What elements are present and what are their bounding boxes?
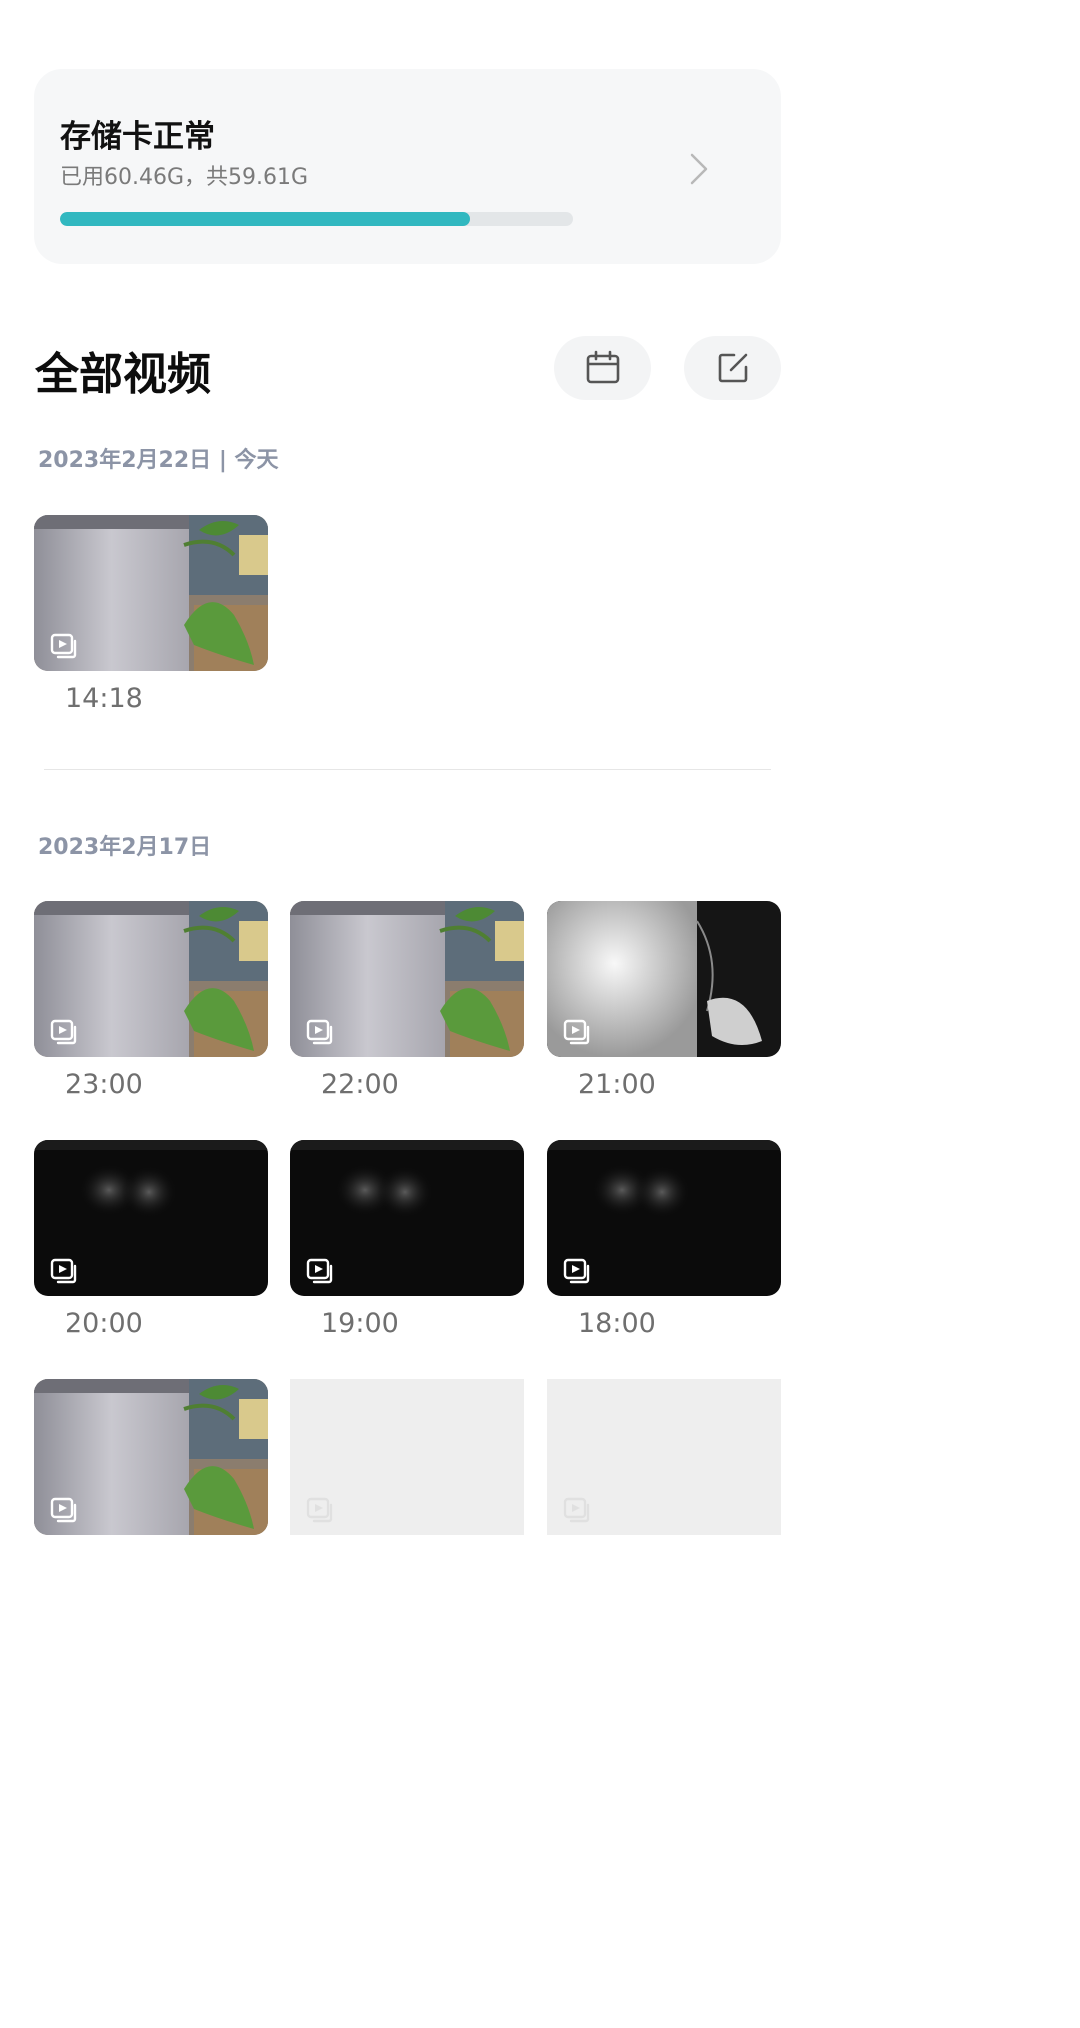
video-time-label: 23:00 (65, 1069, 143, 1100)
video-thumbnail[interactable] (34, 1379, 268, 1535)
video-icon (50, 1019, 77, 1045)
video-thumbnail-placeholder[interactable] (290, 1379, 524, 1535)
date-group-label: 2023年2月22日 | 今天 (38, 448, 279, 473)
edit-button[interactable] (684, 336, 781, 400)
video-icon (50, 1497, 77, 1523)
video-time-label: 21:00 (578, 1069, 656, 1100)
divider (44, 769, 771, 770)
video-icon (563, 1497, 590, 1523)
video-thumbnail[interactable] (290, 901, 524, 1057)
storage-card[interactable]: 存储卡正常 已用60.46G，共59.61G (34, 69, 781, 264)
video-icon (306, 1258, 333, 1284)
chevron-right-icon (690, 153, 708, 185)
video-thumbnail-placeholder[interactable] (547, 1379, 781, 1535)
video-icon (563, 1258, 590, 1284)
video-icon (50, 1258, 77, 1284)
video-icon (306, 1497, 333, 1523)
edit-icon (718, 353, 747, 383)
video-thumbnail[interactable] (34, 1140, 268, 1296)
video-time-label: 18:00 (578, 1308, 656, 1339)
storage-progress-fill (60, 212, 471, 226)
page: 存储卡正常 已用60.46G，共59.61G 全部视频 2023年2月22日 |… (0, 0, 818, 1568)
video-thumbnail[interactable] (34, 901, 268, 1057)
video-icon (50, 633, 77, 659)
date-group-label: 2023年2月17日 (38, 835, 212, 860)
video-time-label: 22:00 (321, 1069, 399, 1100)
video-thumbnail[interactable] (290, 1140, 524, 1296)
page-title: 全部视频 (35, 349, 211, 400)
storage-progress-bar (60, 212, 573, 226)
video-time-label: 19:00 (321, 1308, 399, 1339)
video-thumbnail[interactable] (547, 901, 781, 1057)
video-icon (306, 1019, 333, 1045)
storage-status-title: 存储卡正常 (60, 119, 215, 155)
calendar-icon (586, 350, 619, 384)
video-time-label: 14:18 (65, 683, 143, 714)
video-thumbnail[interactable] (34, 515, 268, 671)
calendar-button[interactable] (554, 336, 651, 400)
video-thumbnail[interactable] (547, 1140, 781, 1296)
video-time-label: 20:00 (65, 1308, 143, 1339)
video-icon (563, 1019, 590, 1045)
storage-usage-text: 已用60.46G，共59.61G (60, 165, 309, 190)
